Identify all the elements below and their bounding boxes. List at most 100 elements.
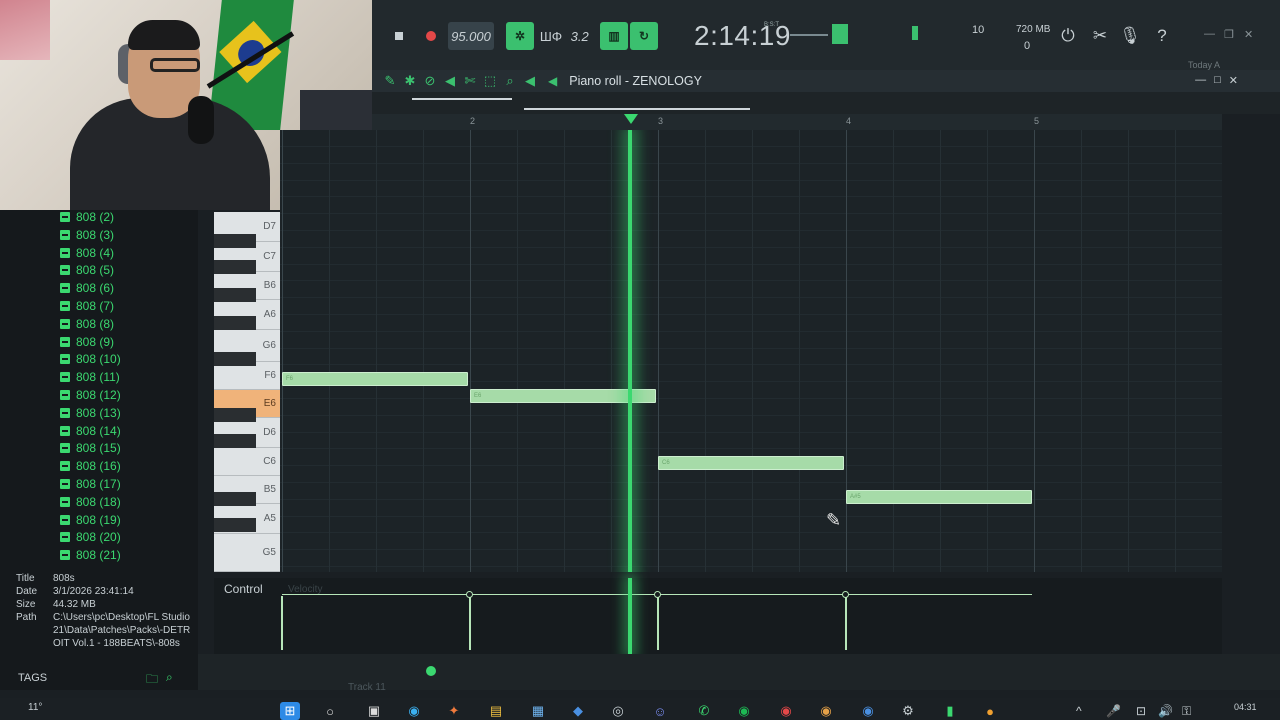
pr-close-icon[interactable]: ✕ <box>1229 74 1238 87</box>
whatsapp-icon[interactable]: ✆ <box>694 702 714 720</box>
mail-icon[interactable]: ◆ <box>568 702 588 720</box>
channel-prev-icon[interactable]: ◀ <box>548 74 557 88</box>
browser-item[interactable]: 808 (16) <box>60 457 121 475</box>
note[interactable]: A#5 <box>846 490 1032 504</box>
velocity-handle[interactable] <box>654 591 661 598</box>
browser-item[interactable]: 808 (21) <box>60 546 121 564</box>
file-explorer-icon[interactable]: ▤ <box>486 702 506 720</box>
browser-item[interactable]: 808 (15) <box>60 439 121 457</box>
zoom-thumb[interactable] <box>524 108 750 110</box>
tools-icon[interactable]: ✂ <box>1088 24 1112 48</box>
browser-item[interactable]: 808 (20) <box>60 528 121 546</box>
browser-item[interactable]: 808 (13) <box>60 404 121 422</box>
fl-studio-active-icon[interactable]: ● <box>980 702 1000 720</box>
black-key[interactable] <box>214 408 256 422</box>
bar-timeline[interactable]: 2 3 4 5 <box>372 114 1222 130</box>
velocity-bar[interactable] <box>657 596 659 650</box>
fl-studio-icon[interactable]: ▮ <box>940 702 960 720</box>
pr-minimize-icon[interactable]: — <box>1195 74 1206 87</box>
black-key[interactable] <box>214 518 256 532</box>
taskbar-clock[interactable]: 04:31 <box>1234 702 1257 712</box>
close-icon[interactable]: ✕ <box>1244 28 1253 41</box>
black-key[interactable] <box>214 434 256 448</box>
chrome-icon[interactable]: ◉ <box>776 702 796 720</box>
browser-item[interactable]: 808 (17) <box>60 475 121 493</box>
copilot-icon[interactable]: ✦ <box>444 702 464 720</box>
tray-mic-icon[interactable]: 🎤 <box>1106 704 1121 718</box>
search-taskbar-icon[interactable]: ○ <box>320 702 340 720</box>
black-key[interactable] <box>214 352 256 366</box>
chrome-profile2-icon[interactable]: ◉ <box>858 702 878 720</box>
playback-tool-icon[interactable]: ◀ <box>522 73 538 89</box>
note-grid[interactable]: F6 E6 C6 A#5 <box>280 130 1222 572</box>
note[interactable]: C6 <box>658 456 844 470</box>
network-icon[interactable]: ⊡ <box>1136 704 1146 718</box>
draw-tool-icon[interactable]: ✎ <box>382 73 398 89</box>
windows-start-icon[interactable]: ⊞ <box>280 702 300 720</box>
black-key[interactable] <box>214 316 256 330</box>
tags-label[interactable]: TAGS <box>18 672 47 684</box>
weather-temp[interactable]: 11° <box>28 702 42 713</box>
piano-key[interactable]: G5 <box>214 534 280 572</box>
browser-item[interactable]: 808 (5) <box>60 261 114 279</box>
browser-item[interactable]: 808 (12) <box>60 386 121 404</box>
browser-item[interactable]: 808 (19) <box>60 511 121 529</box>
browser-item[interactable]: 808 (6) <box>60 279 114 297</box>
browser-item[interactable]: 808 (3) <box>60 226 114 244</box>
task-view-icon[interactable]: ▣ <box>364 702 384 720</box>
search-icon[interactable]: ⌕ <box>166 670 173 691</box>
pr-maximize-icon[interactable]: □ <box>1214 74 1221 87</box>
browser-item[interactable]: 808 (14) <box>60 422 121 440</box>
black-key[interactable] <box>214 492 256 506</box>
steam-icon[interactable]: ◎ <box>608 702 628 720</box>
black-key[interactable] <box>214 234 256 248</box>
volume-icon[interactable]: 🔊 <box>1158 704 1173 718</box>
battery-icon[interactable]: ⚿ <box>1182 704 1191 719</box>
browser-item[interactable]: 808 (9) <box>60 333 114 351</box>
metronome-button[interactable]: ✲ <box>506 22 534 50</box>
pattern-song-toggle[interactable]: ШΦ <box>538 22 564 50</box>
browser-item[interactable]: 808 (7) <box>60 297 114 315</box>
folder-icon[interactable]: 🗀 <box>146 670 158 691</box>
browser-item[interactable]: 808 (18) <box>60 493 121 511</box>
step-edit-button[interactable]: 3.2 <box>568 22 594 50</box>
velocity-handle[interactable] <box>842 591 849 598</box>
browser-item[interactable]: 808 (4) <box>60 244 114 262</box>
zoom-tool-icon[interactable]: ⌕ <box>502 73 518 89</box>
browser-item[interactable]: 808 (11) <box>60 368 120 386</box>
delete-tool-icon[interactable]: ⊘ <box>422 73 438 89</box>
maximize-icon[interactable]: ❐ <box>1224 28 1234 41</box>
browser-item[interactable]: 808 (8) <box>60 315 114 333</box>
black-key[interactable] <box>214 288 256 302</box>
snap-button[interactable]: ↻ <box>630 22 658 50</box>
slice-tool-icon[interactable]: ✄ <box>462 73 478 89</box>
stop-button[interactable] <box>390 22 408 50</box>
velocity-bar[interactable] <box>469 596 471 650</box>
scroll-thumb[interactable] <box>412 98 512 100</box>
event-control-panel[interactable] <box>214 578 1222 654</box>
chrome-profile-icon[interactable]: ◉ <box>816 702 836 720</box>
record-button[interactable] <box>422 22 440 50</box>
help-icon[interactable]: ? <box>1150 24 1174 48</box>
spotify-icon[interactable]: ◉ <box>734 702 754 720</box>
velocity-handle[interactable] <box>466 591 473 598</box>
black-key[interactable] <box>214 260 256 274</box>
minimize-icon[interactable]: — <box>1204 28 1215 40</box>
velocity-bar[interactable] <box>281 596 283 650</box>
store-icon[interactable]: ▦ <box>528 702 548 720</box>
tempo-display[interactable]: 95.000 <box>448 22 494 50</box>
microphone-icon[interactable]: 🎙 <box>1118 24 1142 48</box>
browser-item[interactable]: 808 (2) <box>60 208 114 226</box>
note[interactable]: F6 <box>282 372 468 386</box>
playhead-marker[interactable] <box>624 114 638 124</box>
piano-key[interactable]: C6 <box>214 448 280 476</box>
discord-icon[interactable]: ☺ <box>650 702 670 720</box>
typing-keyboard-button[interactable]: ▥ <box>600 22 628 50</box>
paint-tool-icon[interactable]: ✱ <box>402 73 418 89</box>
piano-keyboard[interactable]: D7 C7 B6 A6 G6 F6 E6 D6 C6 B5 A5 G5 <box>214 212 280 572</box>
control-selector[interactable]: Control <box>224 582 263 596</box>
velocity-bar[interactable] <box>845 596 847 650</box>
tray-chevron-icon[interactable]: ^ <box>1076 704 1082 718</box>
power-icon[interactable]: ⏻ <box>1056 24 1080 48</box>
settings-icon[interactable]: ⚙ <box>898 702 918 720</box>
